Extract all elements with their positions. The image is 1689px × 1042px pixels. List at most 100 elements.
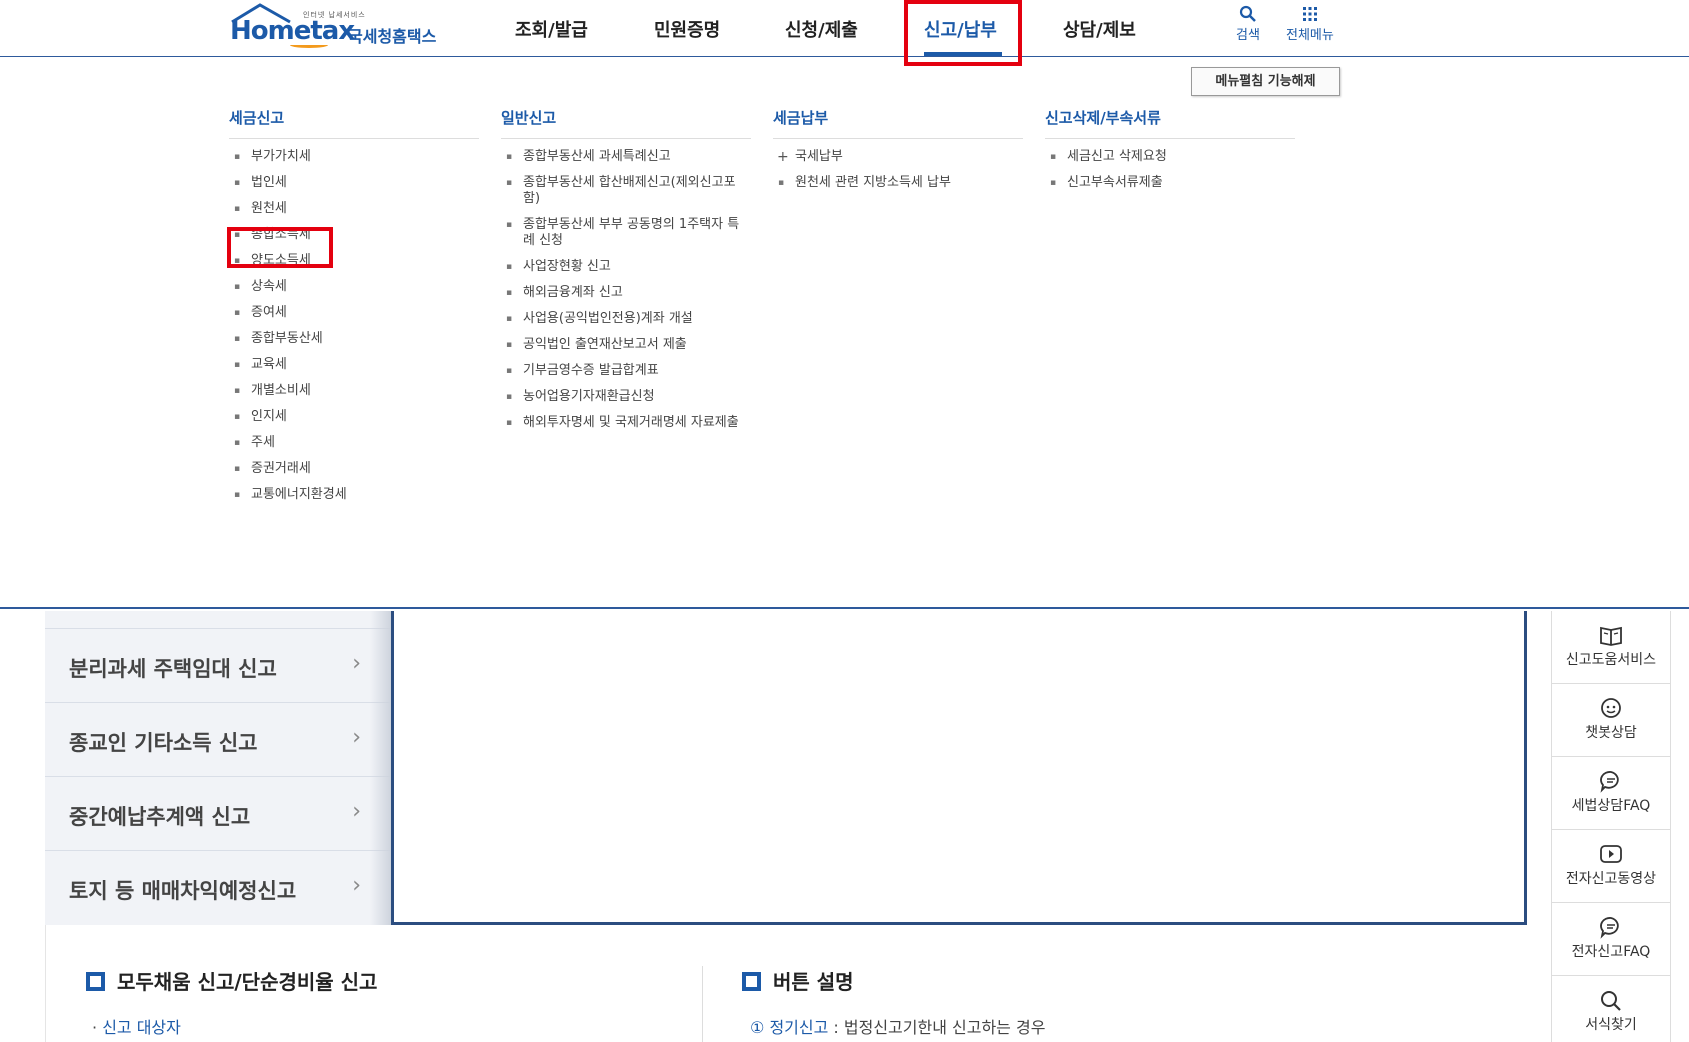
menu-column-title: 세금신고 [229,107,479,139]
lower-content: 분리과세 주택임대 신고 › 종교인 기타소득 신고 › 중간예납추계액 신고 … [0,611,1689,1042]
regular-filing-label: 정기신고 [769,1018,829,1037]
left-menu: 분리과세 주택임대 신고 › 종교인 기타소득 신고 › 중간예납추계액 신고 … [45,611,391,925]
search-label: 검색 [1236,28,1260,43]
menu-item-stamp-tax[interactable]: 인지세 [229,409,479,425]
chevron-right-icon: › [352,651,361,676]
menu-item-securities-tax[interactable]: 증권거래세 [229,461,479,477]
menu-item-vat[interactable]: 부가가치세 [229,149,479,165]
menu-item-general-6[interactable]: 공익법인 출연재산보고서 제출 [501,337,751,353]
menu-column-tax-filing: 세금신고 부가가치세 법인세 원천세 종합소득세 양도소득세 상속세 증여세 종… [229,107,479,503]
content-frame [391,611,1527,925]
gnb-inquiry[interactable]: 조회/발급 [515,16,588,42]
dot-bullet: · [92,1018,98,1037]
menu-item-general-1[interactable]: 종합부동산세 합산배제신고(제외신고포함) [501,175,751,207]
side-item-label: 서식찾기 [1585,1017,1637,1033]
menu-item-national-tax-payment[interactable]: 국세납부 [773,149,1023,165]
target-taxpayer-label: 신고 대상자 [102,1018,181,1037]
side-item-label: 세법상담FAQ [1571,798,1651,814]
search-icon [1239,5,1256,22]
left-menu-item[interactable]: 분리과세 주택임대 신고 › [45,628,391,702]
section-title-prefill: 모두채움 신고/단순경비율 신고 [86,966,377,995]
menu-item-education-tax[interactable]: 교육세 [229,357,479,373]
menu-column-title: 일반신고 [501,107,751,139]
square-bullet-icon [742,972,761,991]
left-menu-shadow [370,611,392,925]
side-item-filing-help[interactable]: 신고도움서비스 [1552,611,1670,684]
book-icon [1600,626,1622,646]
menu-item-property-tax[interactable]: 종합부동산세 [229,331,479,347]
side-item-tax-faq[interactable]: 세법상담FAQ [1552,757,1670,830]
menu-item-corporate-tax[interactable]: 법인세 [229,175,479,191]
left-menu-item[interactable]: 중간예납추계액 신고 › [45,776,391,850]
menu-column-title: 세금납부 [773,107,1023,139]
section-title-text: 모두채움 신고/단순경비율 신고 [117,970,378,994]
menu-item-general-8[interactable]: 농어업용기자재환급신청 [501,389,751,405]
menu-column-general-filing: 일반신고 종합부동산세 과세특례신고 종합부동산세 합산배제신고(제외신고포함)… [501,107,751,447]
menu-column-delete-attachments: 신고삭제/부속서류 세금신고 삭제요청 신고부속서류제출 [1045,107,1295,191]
quick-side-menu: 신고도움서비스 챗봇상담 세법상담FAQ 전자신고동영상 전자신고FAQ 서식찾… [1551,611,1671,1042]
all-menu-button[interactable]: 전체메뉴 [1286,4,1334,43]
all-menu-label: 전체메뉴 [1286,28,1334,43]
menu-item-withholding-tax[interactable]: 원천세 [229,201,479,217]
menu-item-consumption-tax[interactable]: 개별소비세 [229,383,479,399]
chevron-right-icon: › [352,799,361,824]
mega-menu: 메뉴펼침 기능해제 세금신고 부가가치세 법인세 원천세 종합소득세 양도소득세… [0,57,1689,609]
menu-item-energy-tax[interactable]: 교통에너지환경세 [229,487,479,503]
menu-item-general-2[interactable]: 종합부동산세 부부 공동명의 1주택자 특례 신청 [501,217,751,249]
section-title-button-desc: 버튼 설명 [742,966,854,995]
highlight-box-gnb [904,0,1022,66]
gnb-consultation[interactable]: 상담/제보 [1063,16,1136,42]
side-item-chatbot[interactable]: 챗봇상담 [1552,684,1670,757]
side-item-video[interactable]: 전자신고동영상 [1552,830,1670,903]
grid-icon [1302,7,1317,21]
highlight-box-income-tax [227,227,333,268]
menu-collapse-toggle-button[interactable]: 메뉴펼침 기능해제 [1191,67,1340,96]
menu-item-general-7[interactable]: 기부금영수증 발급합계표 [501,363,751,379]
logo-swoosh [290,42,328,48]
gnb-certificate[interactable]: 민원증명 [654,16,720,42]
speech-bubble-icon [1600,917,1619,939]
menu-column-tax-payment: 세금납부 국세납부 원천세 관련 지방소득세 납부 [773,107,1023,191]
menu-item-general-0[interactable]: 종합부동산세 과세특례신고 [501,149,751,165]
side-item-form-search[interactable]: 서식찾기 [1552,976,1670,1042]
search-button[interactable]: 검색 [1236,4,1260,43]
number-badge: ① [750,1018,765,1037]
logo-korean: 국세청홈택스 [348,27,437,46]
menu-item-general-3[interactable]: 사업장현황 신고 [501,259,751,275]
side-item-label: 신고도움서비스 [1565,652,1657,668]
square-bullet-icon [86,972,105,991]
menu-column-title: 신고삭제/부속서류 [1045,107,1295,139]
play-video-icon [1600,845,1622,863]
menu-item-general-4[interactable]: 해외금융계좌 신고 [501,285,751,301]
menu-item-inheritance-tax[interactable]: 상속세 [229,279,479,295]
menu-item-gift-tax[interactable]: 증여세 [229,305,479,321]
left-menu-label: 종교인 기타소득 신고 [69,731,258,755]
search-icon [1601,991,1621,1011]
menu-item-general-9[interactable]: 해외투자명세 및 국제거래명세 자료제출 [501,415,751,447]
menu-item-local-income-tax-payment[interactable]: 원천세 관련 지방소득세 납부 [773,175,1023,191]
menu-item-general-5[interactable]: 사업용(공익법인전용)계좌 개설 [501,311,751,327]
left-menu-item[interactable]: 종교인 기타소득 신고 › [45,702,391,776]
hometax-logo[interactable]: 인터넷 납세서비스 Hometax 국세청홈택스 [228,2,448,52]
side-item-label: 전자신고FAQ [1571,944,1651,960]
side-item-label: 전자신고동영상 [1565,871,1657,887]
chevron-right-icon: › [352,725,361,750]
chevron-right-icon: › [352,873,361,898]
left-menu-label: 토지 등 매매차익예정신고 [69,879,297,903]
left-menu-label: 분리과세 주택임대 신고 [69,657,277,681]
menu-item-liquor-tax[interactable]: 주세 [229,435,479,451]
regular-filing-desc: : 법정신고기한내 신고하는 경우 [828,1018,1046,1037]
button-desc-regular: ① 정기신고 : 법정신고기한내 신고하는 경우 [750,1014,1045,1038]
side-item-efiling-faq[interactable]: 전자신고FAQ [1552,903,1670,976]
left-menu-item[interactable]: 토지 등 매매차익예정신고 › [45,850,391,924]
speech-bubble-icon [1600,771,1619,793]
section-title-text: 버튼 설명 [773,970,854,994]
menu-item-delete-request[interactable]: 세금신고 삭제요청 [1045,149,1295,165]
gnb-application[interactable]: 신청/제출 [785,16,858,42]
menu-item-submit-attachments[interactable]: 신고부속서류제출 [1045,175,1295,191]
side-item-label: 챗봇상담 [1585,725,1637,741]
target-taxpayer-link[interactable]: · 신고 대상자 [92,1014,181,1038]
chatbot-icon [1601,698,1621,718]
page: 인터넷 납세서비스 Hometax 국세청홈택스 조회/발급 민원증명 신청/제… [0,0,1689,1042]
left-menu-label: 중간예납추계액 신고 [69,805,251,829]
